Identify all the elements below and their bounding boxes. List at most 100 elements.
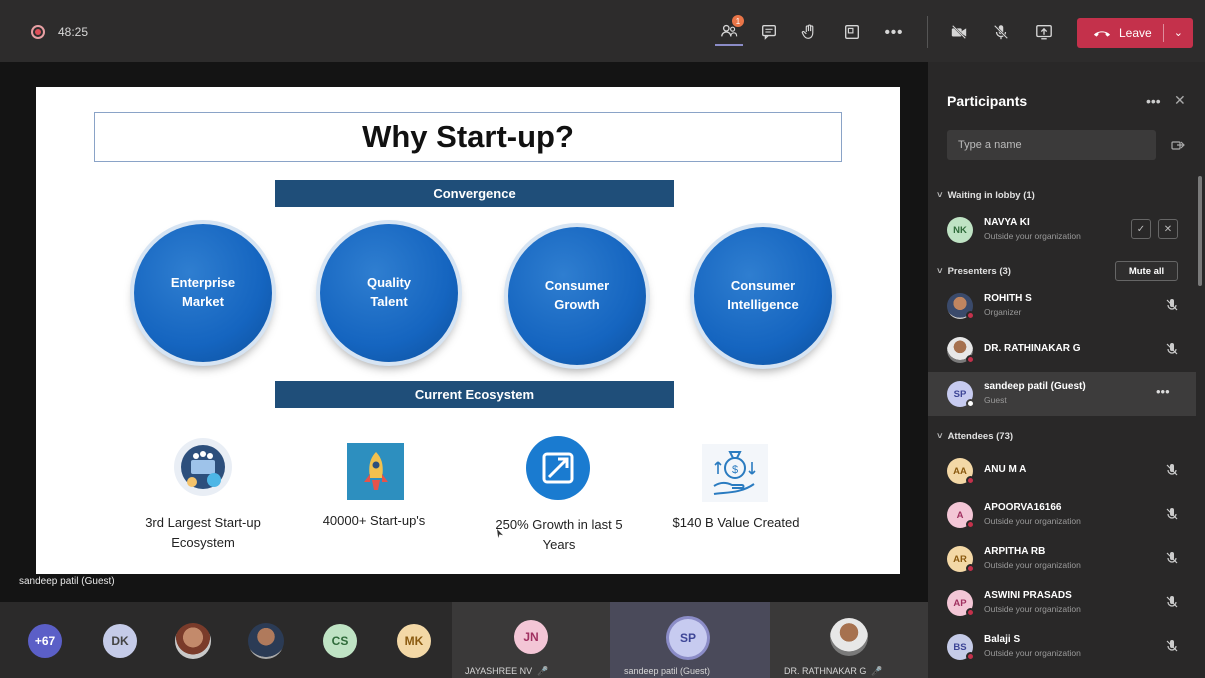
attendees-section-header[interactable]: ˅ Attendees (73) (937, 431, 1013, 442)
shared-slide: Why Start-up? Convergence Enterprise Mar… (36, 87, 900, 574)
status-dot (966, 520, 975, 529)
caret-down-icon: ˅ (937, 431, 943, 442)
close-icon: ✕ (1163, 223, 1173, 235)
panel-scrollbar[interactable] (1198, 176, 1202, 286)
avatar: NK (947, 217, 973, 243)
tile-label-jn: JAYASHREE NV 🎤 (465, 666, 548, 677)
avatar-photo-1[interactable] (175, 623, 211, 659)
avatar-dk[interactable]: DK (103, 624, 137, 658)
participant-name: ROHITH S (984, 293, 1032, 304)
leave-label: Leave (1119, 26, 1152, 40)
presenter-item[interactable]: SP sandeep patil (Guest) Guest ••• (928, 372, 1196, 416)
participant-name: ARPITHA RB (984, 546, 1046, 557)
avatar-mk[interactable]: MK (397, 624, 431, 658)
raise-hand-button[interactable] (795, 18, 823, 46)
attendee-item[interactable]: AR ARPITHA RB Outside your organization (928, 537, 1196, 581)
lobby-section-header[interactable]: ˅ Waiting in lobby (1) (937, 190, 1035, 201)
presenters-header-label: Presenters (3) (947, 266, 1011, 277)
status-dot (966, 399, 975, 408)
attendees-header-label: Attendees (73) (947, 431, 1014, 442)
participant-subtitle: Outside your organization (984, 560, 1081, 570)
mic-off-icon[interactable] (1164, 594, 1180, 610)
avatar-cs[interactable]: CS (323, 624, 357, 658)
stat-startups-line1: 40000+ Start-up's (322, 513, 426, 528)
mic-off-icon[interactable] (1164, 297, 1180, 313)
hand-icon (801, 24, 814, 39)
rooms-button[interactable] (838, 18, 866, 46)
participant-name: ANU M A (984, 464, 1027, 475)
close-icon[interactable]: ✕ (1174, 92, 1186, 109)
admit-button[interactable]: ✓ (1131, 219, 1151, 239)
attendee-item[interactable]: A APOORVA16166 Outside your organization (928, 493, 1196, 537)
mic-off-icon[interactable] (1164, 462, 1180, 478)
search-input[interactable] (947, 130, 1156, 160)
rocket-icon (347, 443, 404, 500)
participant-name: Balaji S (984, 634, 1021, 645)
presenter-item[interactable]: RS ROHITH S Organizer (928, 284, 1196, 328)
avatar-photo-2[interactable] (248, 623, 284, 659)
participant-subtitle: Outside your organization (984, 231, 1081, 241)
stat-ecosystem-line2: Ecosystem (171, 534, 235, 550)
more-icon[interactable]: ••• (1156, 384, 1170, 399)
attendee-item[interactable]: AA ANU M A (928, 449, 1196, 493)
status-dot (966, 311, 975, 320)
caret-down-icon: ˅ (937, 266, 943, 277)
tile-name-jn: JAYASHREE NV (465, 666, 533, 676)
attendee-item[interactable]: AP ASWINI PRASADS Outside your organizat… (928, 581, 1196, 625)
slide-title: Why Start-up? (362, 119, 574, 154)
presenters-section-header[interactable]: ˅ Presenters (3) (937, 266, 1011, 277)
more-icon: ••• (884, 23, 904, 41)
slide-title-box: Why Start-up? (94, 112, 842, 162)
breakout-rooms-icon (845, 25, 859, 39)
participant-subtitle: Guest (984, 395, 1007, 405)
avatar-photo-dr (830, 618, 868, 656)
participant-name: sandeep patil (Guest) (984, 381, 1086, 392)
circle-enterprise-market: Enterprise Market (134, 224, 272, 362)
mic-off-icon[interactable] (1164, 550, 1180, 566)
chat-button[interactable] (755, 18, 783, 46)
deny-button[interactable]: ✕ (1158, 219, 1178, 239)
current-ecosystem-bar: Current Ecosystem (275, 381, 674, 408)
mute-all-button[interactable]: Mute all (1115, 261, 1178, 281)
leave-button[interactable]: Leave ⌄ (1077, 18, 1193, 48)
mic-off-icon (993, 24, 1009, 40)
mic-off-icon[interactable] (1164, 638, 1180, 654)
status-dot (966, 652, 975, 661)
presenter-item[interactable]: DR DR. RATHINAKAR G (928, 328, 1196, 372)
circle-consumer-intelligence: Consumer Intelligence (694, 227, 832, 365)
participant-subtitle: Outside your organization (984, 604, 1081, 614)
mic-toggle-button[interactable] (987, 18, 1015, 46)
attendee-item[interactable]: BS Balaji S Outside your organization (928, 625, 1196, 669)
participant-subtitle: Organizer (984, 307, 1022, 317)
mic-off-icon[interactable] (1164, 506, 1180, 522)
avatar-sp: SP (669, 619, 707, 657)
participant-name: APOORVA16166 (984, 502, 1062, 513)
more-actions-button[interactable]: ••• (880, 18, 908, 46)
overflow-count[interactable]: +67 (28, 624, 62, 658)
mic-off-icon[interactable] (1164, 341, 1180, 357)
svg-text:$: $ (732, 464, 738, 476)
participants-button[interactable]: 1 (715, 15, 744, 46)
share-screen-button[interactable] (1030, 18, 1058, 46)
lobby-header-label: Waiting in lobby (1) (947, 190, 1035, 201)
meeting-timer: 48:25 (58, 25, 89, 39)
leave-divider (1163, 24, 1164, 42)
lobby-item[interactable]: NK NAVYA KI Outside your organization ✓ … (928, 208, 1196, 252)
video-tile-jn[interactable]: JN JAYASHREE NV 🎤 (452, 602, 610, 678)
video-tile-sp[interactable]: SP sandeep patil (Guest) (610, 602, 770, 678)
participants-panel: Participants ••• ✕ ˅ Waiting in lobby (1)… (928, 62, 1205, 678)
stat-value-line1: $140 B Value Created (672, 515, 800, 530)
stat-growth-line1: 250% Growth in last 5 (495, 517, 623, 532)
status-dot (966, 355, 975, 364)
money-value-icon: $ (702, 444, 768, 502)
share-invite-icon[interactable] (1171, 138, 1185, 152)
status-dot (966, 564, 975, 573)
stat-growth: 250% Growth in last 5 Years (474, 515, 644, 554)
panel-more-icon[interactable]: ••• (1146, 93, 1161, 109)
camera-toggle-button[interactable] (945, 18, 973, 46)
status-dot (966, 476, 975, 485)
participant-name: NAVYA KI (984, 217, 1030, 228)
avatar-jn: JN (514, 620, 548, 654)
video-tile-dr[interactable]: DR. RATHNAKAR G 🎤 (770, 602, 928, 678)
chevron-down-icon[interactable]: ⌄ (1174, 26, 1183, 39)
